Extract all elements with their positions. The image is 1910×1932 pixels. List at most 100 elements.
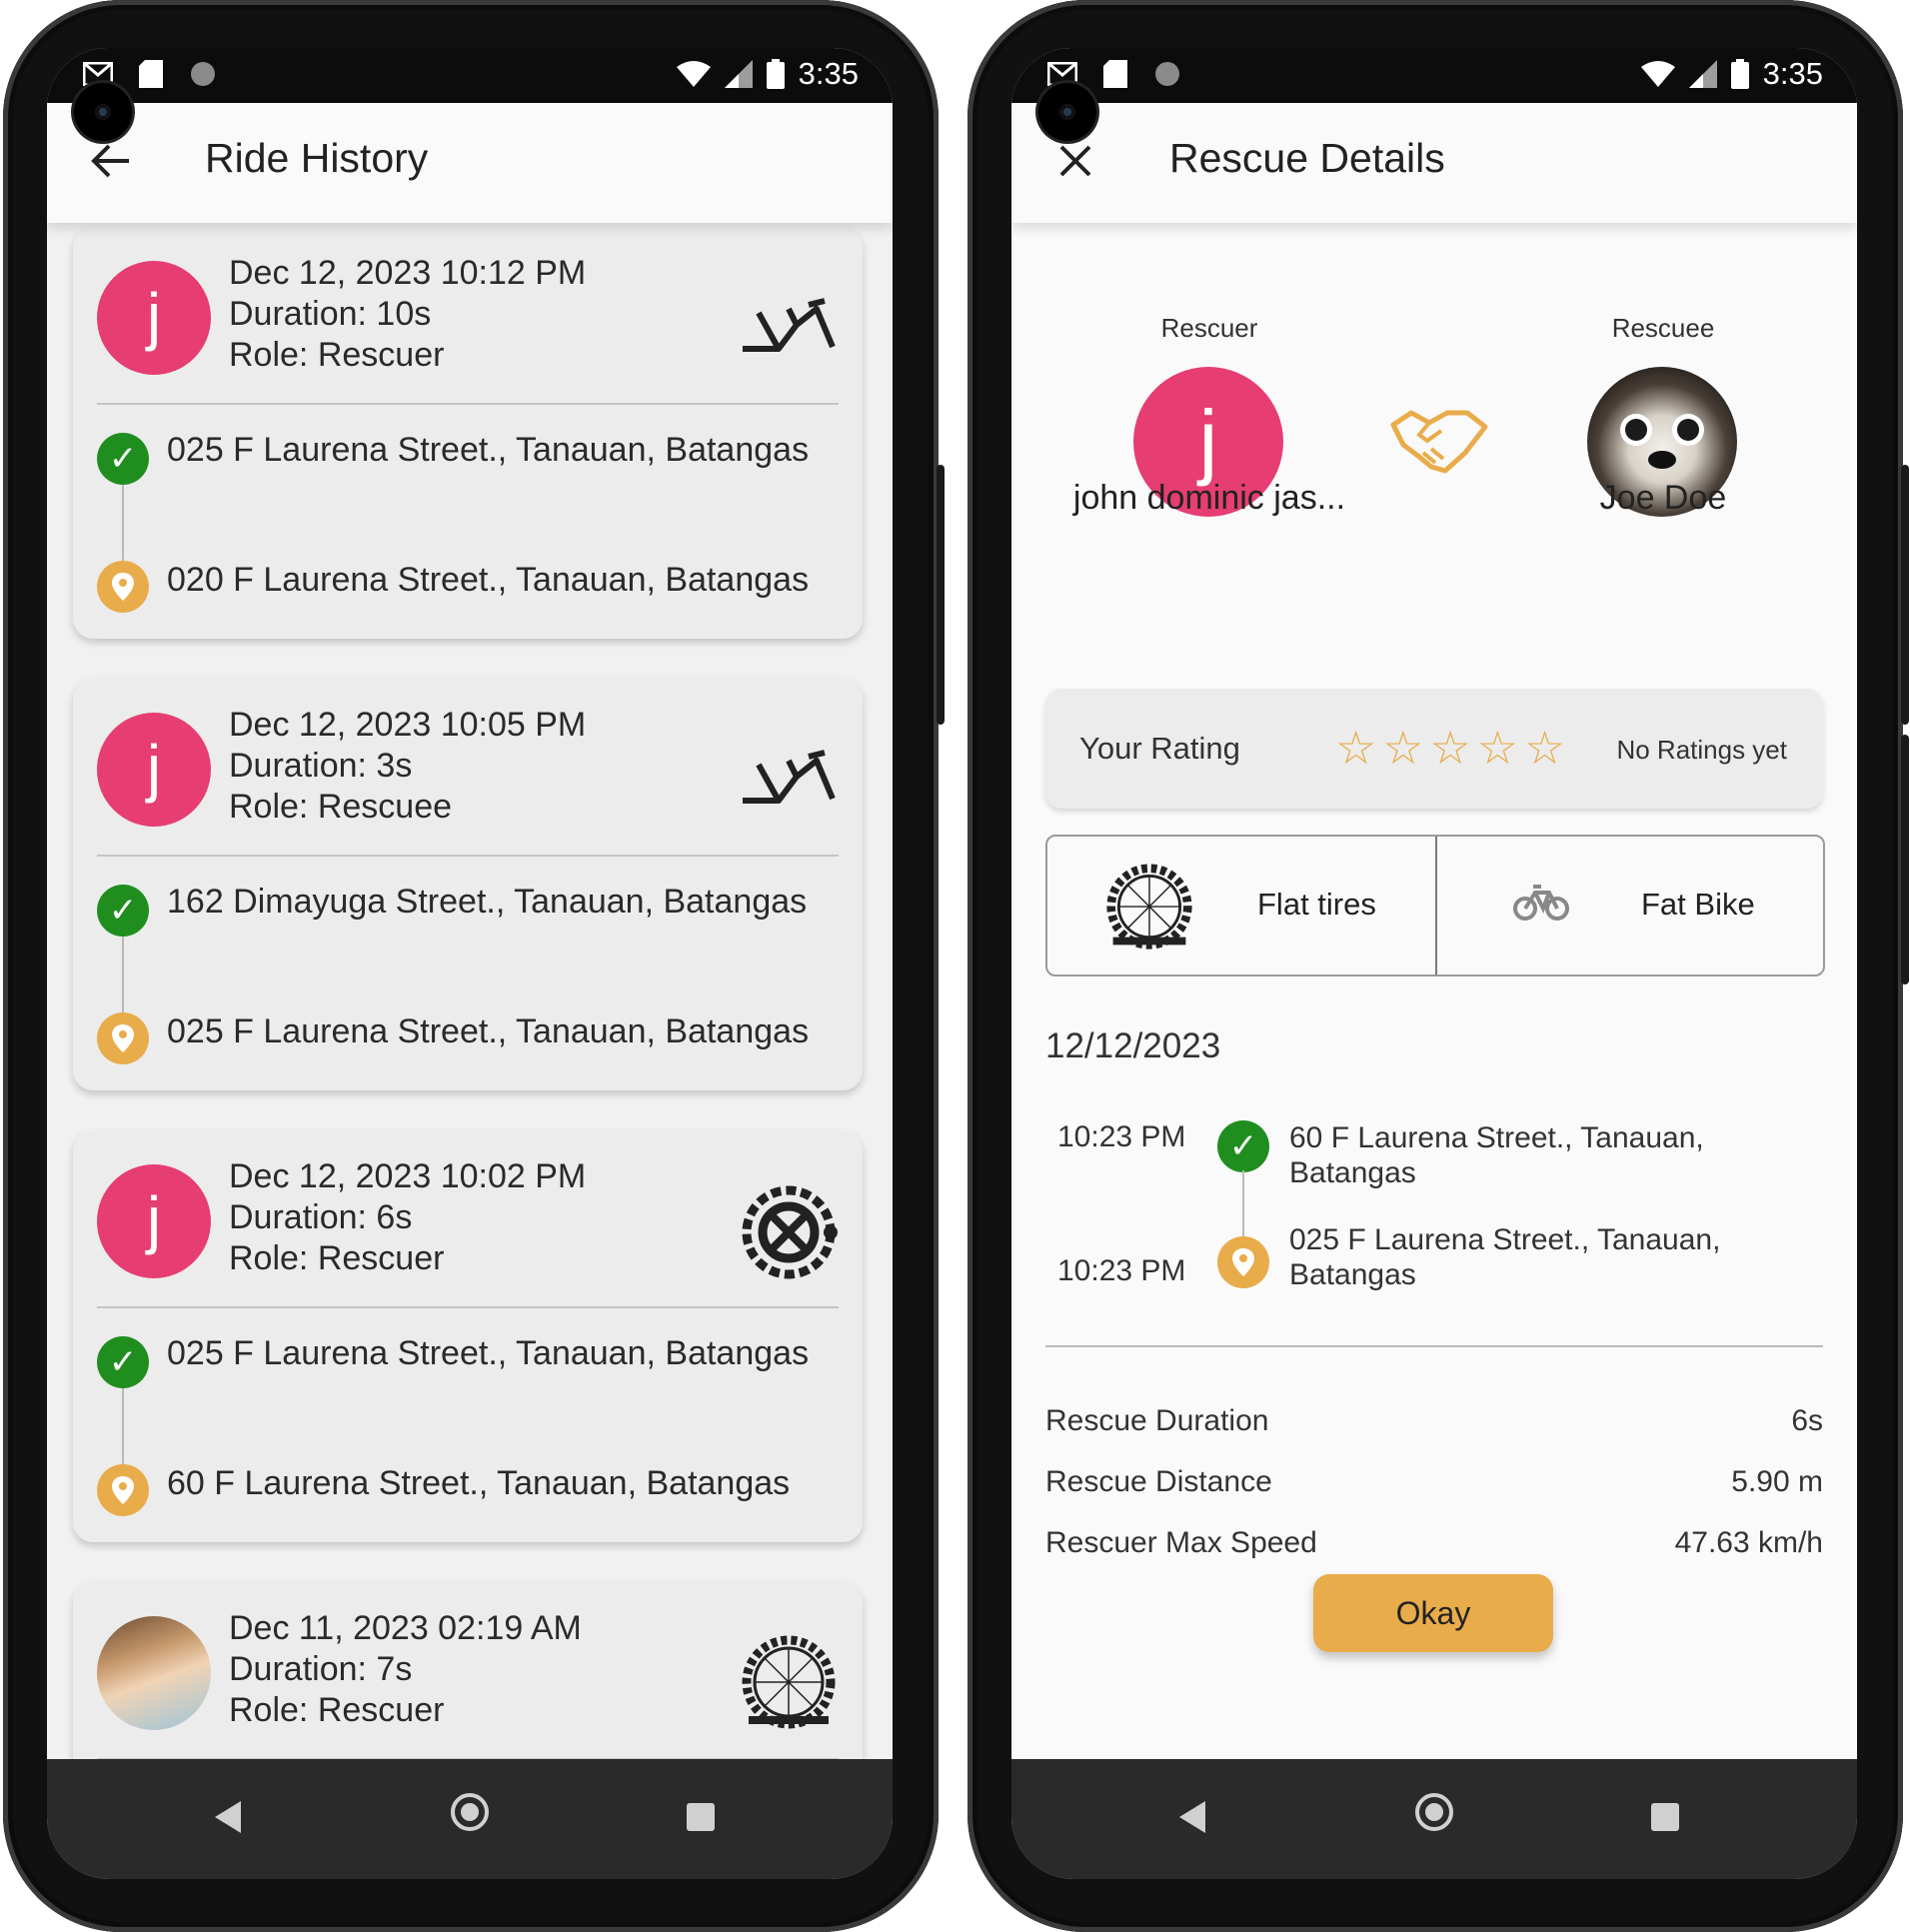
stat-label: Rescue Distance xyxy=(1045,1465,1272,1498)
star-icon[interactable]: ☆ xyxy=(1430,723,1471,773)
volume-button xyxy=(1901,465,1909,725)
phone-right: 3:35 Rescue Details Rescuer Rescuee j jo… xyxy=(967,0,1909,1932)
sd-card-icon xyxy=(1103,60,1127,88)
check-icon: ✓ xyxy=(1217,1120,1269,1172)
arrow-back-icon[interactable] xyxy=(83,133,139,189)
stat-value: 5.90 m xyxy=(1731,1465,1823,1498)
sync-icon xyxy=(191,62,215,86)
issue-box: Flat tires Fat Bike xyxy=(1045,835,1825,976)
ride-info: Dec 12, 2023 10:02 PM Duration: 6s Role:… xyxy=(229,1156,586,1279)
bicycle-icon xyxy=(1513,885,1569,921)
timeline-address: 025 F Laurena Street., Tanauan, Batangas xyxy=(1289,1223,1721,1291)
broken-frame-icon xyxy=(743,298,836,352)
system-nav-bar xyxy=(47,1759,893,1879)
nav-back-icon[interactable] xyxy=(1179,1801,1205,1833)
nav-home-icon[interactable] xyxy=(451,1793,489,1831)
ride-duration: Duration: 3s xyxy=(229,747,413,785)
ride-card[interactable]: Dec 11, 2023 02:19 AM Duration: 7s Role:… xyxy=(73,1582,863,1759)
star-icon[interactable]: ☆ xyxy=(1524,723,1565,773)
stat-row: Rescue Duration 6s xyxy=(1045,1404,1823,1438)
handshake-icon xyxy=(1390,410,1488,474)
route-to: 025 F Laurena Street., Tanauan, Batangas xyxy=(167,1012,810,1050)
ride-duration: Duration: 6s xyxy=(229,1198,413,1236)
okay-button[interactable]: Okay xyxy=(1313,1574,1553,1652)
ride-role: Role: Rescuer xyxy=(229,1239,445,1277)
timeline-time: 10:23 PM xyxy=(1057,1254,1186,1287)
signal-icon xyxy=(1688,60,1717,88)
broken-frame-icon xyxy=(743,750,836,804)
nav-home-icon[interactable] xyxy=(1415,1793,1453,1831)
stat-row: Rescue Distance 5.90 m xyxy=(1045,1465,1823,1499)
nav-recents-icon[interactable] xyxy=(1651,1803,1679,1831)
battery-icon xyxy=(766,59,785,89)
status-bar: 3:35 xyxy=(1011,48,1857,103)
ride-duration: Duration: 10s xyxy=(229,295,432,333)
volume-button xyxy=(937,465,945,725)
rescuer-name: john dominic jas... xyxy=(1072,479,1346,517)
status-time: 3:35 xyxy=(1762,56,1823,91)
ride-duration: Duration: 7s xyxy=(229,1650,413,1688)
app-bar: Ride History xyxy=(47,103,893,223)
rescue-details-screen: 3:35 Rescue Details Rescuer Rescuee j jo… xyxy=(1011,48,1857,1879)
timeline-address: 60 F Laurena Street., Tanauan, Batangas xyxy=(1289,1121,1704,1189)
avatar: j xyxy=(97,261,211,375)
sync-icon xyxy=(1155,62,1179,86)
bike-text: Fat Bike xyxy=(1641,887,1755,922)
rescue-date: 12/12/2023 xyxy=(1045,1026,1221,1065)
ride-history-screen: 3:35 Ride History j Dec 12, 2023 10:12 P… xyxy=(47,48,893,1879)
timeline-time: 10:23 PM xyxy=(1057,1120,1186,1153)
divider xyxy=(1045,1345,1823,1347)
location-pin-icon xyxy=(1217,1236,1269,1288)
ride-info: Dec 12, 2023 10:12 PM Duration: 10s Role… xyxy=(229,253,586,376)
front-camera xyxy=(74,83,132,141)
location-pin-icon xyxy=(97,561,149,613)
sd-card-icon xyxy=(139,60,163,88)
bike-cell: Fat Bike xyxy=(1435,837,1824,974)
page-title: Rescue Details xyxy=(1169,135,1445,181)
close-icon[interactable] xyxy=(1047,133,1103,189)
stat-value: 47.63 km/h xyxy=(1674,1526,1823,1559)
stat-label: Rescuer Max Speed xyxy=(1045,1526,1317,1559)
ride-card[interactable]: j Dec 12, 2023 10:05 PM Duration: 3s Rol… xyxy=(73,679,863,1090)
ride-card[interactable]: j Dec 12, 2023 10:12 PM Duration: 10s Ro… xyxy=(73,227,863,639)
divider xyxy=(97,403,839,405)
rating-label: Your Rating xyxy=(1079,731,1240,766)
avatar: j xyxy=(97,713,211,827)
ride-date: Dec 11, 2023 02:19 AM xyxy=(229,1609,582,1647)
route-to: 60 F Laurena Street., Tanauan, Batangas xyxy=(167,1464,791,1502)
avatar: j xyxy=(97,1164,211,1278)
rating-box: Your Rating ☆ ☆ ☆ ☆ ☆ No Ratings yet xyxy=(1045,689,1823,809)
star-icon[interactable]: ☆ xyxy=(1335,723,1376,773)
route-line xyxy=(122,477,124,569)
ride-info: Dec 12, 2023 10:05 PM Duration: 3s Role:… xyxy=(229,705,586,828)
route-line xyxy=(122,1380,124,1472)
nav-back-icon[interactable] xyxy=(215,1801,241,1833)
front-camera xyxy=(1038,83,1096,141)
ride-role: Role: Rescuer xyxy=(229,1691,445,1729)
ride-card[interactable]: j Dec 12, 2023 10:02 PM Duration: 6s Rol… xyxy=(73,1130,863,1542)
rescuee-label: Rescuee xyxy=(1611,313,1715,343)
phone-left: 3:35 Ride History j Dec 12, 2023 10:12 P… xyxy=(3,0,945,1932)
location-pin-icon xyxy=(97,1464,149,1516)
route-to: 020 F Laurena Street., Tanauan, Batangas xyxy=(167,561,810,599)
wifi-icon xyxy=(676,61,711,87)
app-bar: Rescue Details xyxy=(1011,103,1857,223)
nav-recents-icon[interactable] xyxy=(687,1803,715,1831)
ride-role: Role: Rescuee xyxy=(229,788,453,826)
signal-icon xyxy=(724,60,753,88)
ride-date: Dec 12, 2023 10:05 PM xyxy=(229,706,587,744)
flat-tire-icon xyxy=(1106,864,1192,950)
check-icon: ✓ xyxy=(97,885,149,937)
star-rating[interactable]: ☆ ☆ ☆ ☆ ☆ xyxy=(1335,723,1565,773)
stat-label: Rescue Duration xyxy=(1045,1404,1269,1437)
rescuer-label: Rescuer xyxy=(1160,313,1258,343)
problem-text: Flat tires xyxy=(1257,887,1376,922)
divider xyxy=(97,855,839,857)
timeline-line xyxy=(1242,1170,1244,1238)
stat-row: Rescuer Max Speed 47.63 km/h xyxy=(1045,1526,1823,1560)
problem-cell: Flat tires xyxy=(1047,837,1434,974)
star-icon[interactable]: ☆ xyxy=(1477,723,1518,773)
star-icon[interactable]: ☆ xyxy=(1382,723,1423,773)
route-from: 162 Dimayuga Street., Tanauan, Batangas xyxy=(167,883,808,921)
flat-tire-icon xyxy=(742,1635,836,1729)
